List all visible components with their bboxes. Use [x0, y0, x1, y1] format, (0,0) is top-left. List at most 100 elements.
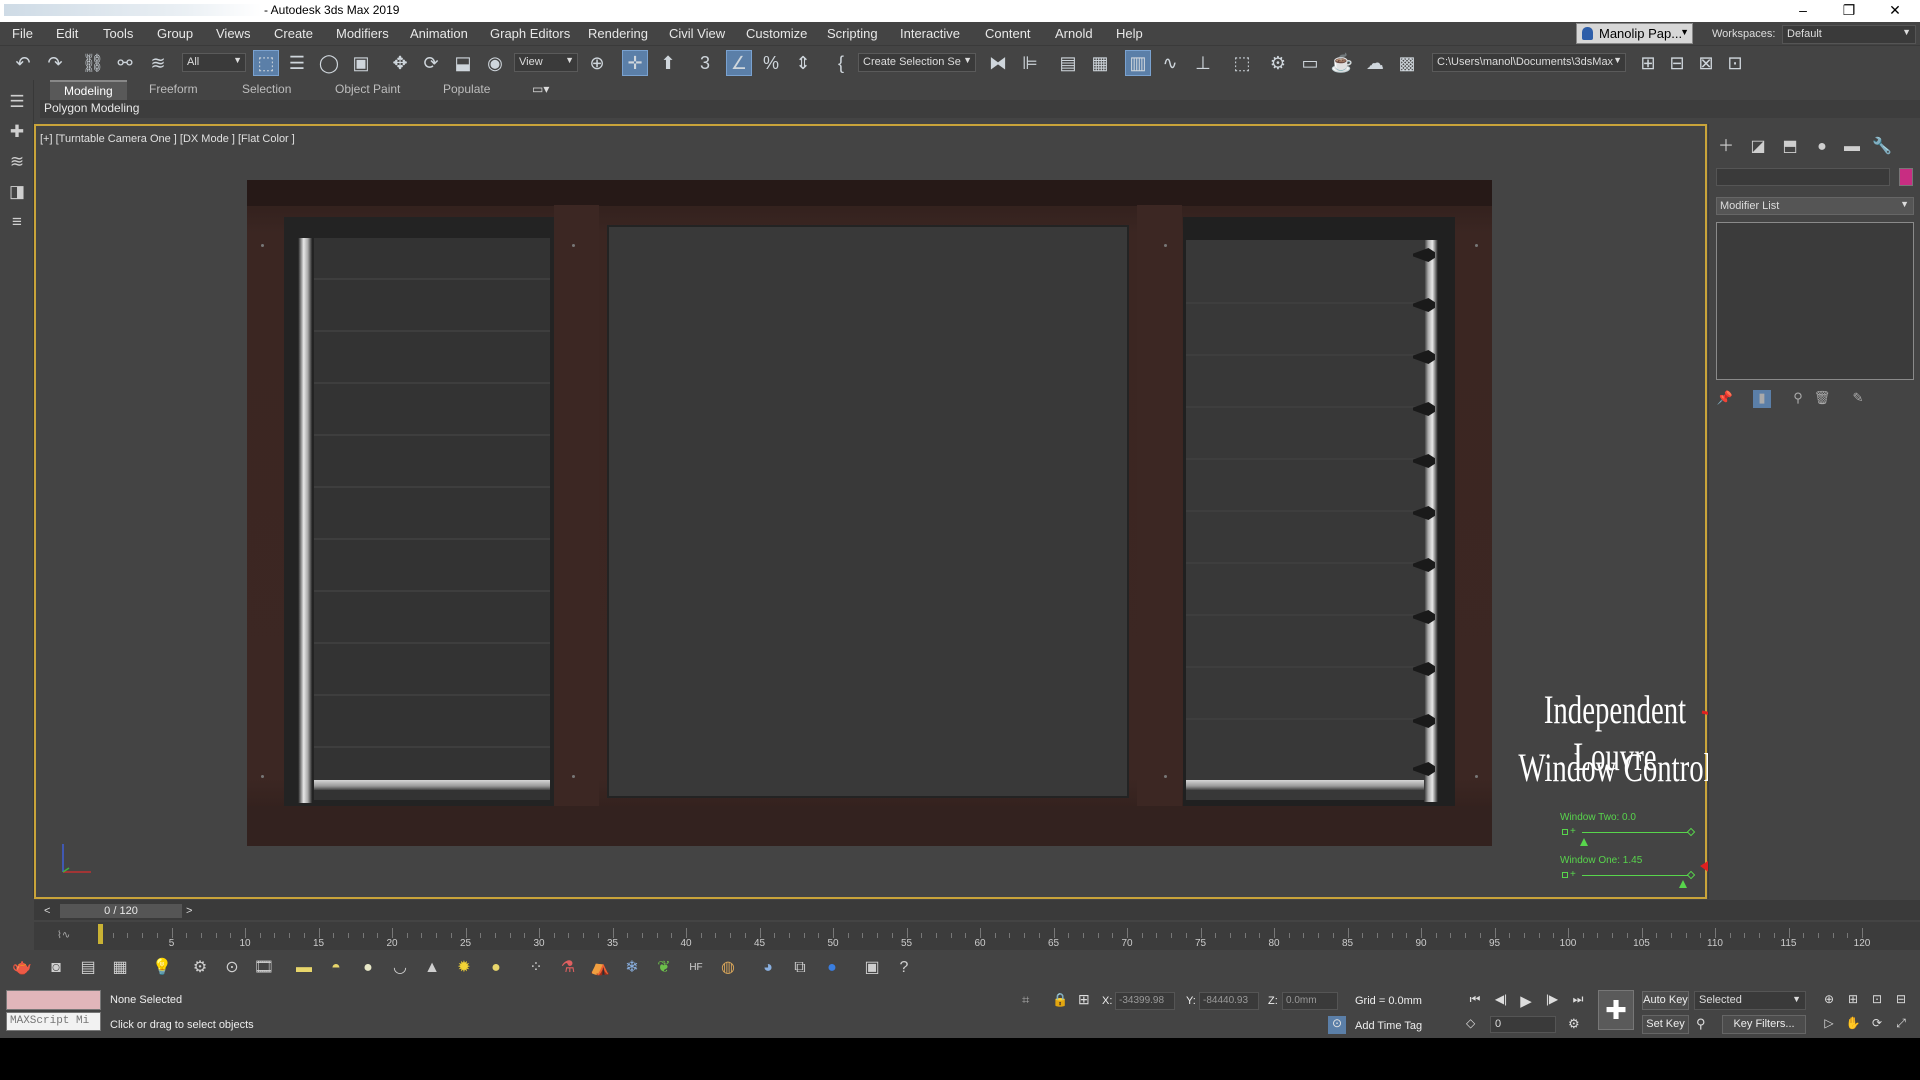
- help-icon[interactable]: ?: [892, 956, 916, 980]
- placement-icon[interactable]: ◉: [482, 50, 508, 76]
- restore-button[interactable]: ❐: [1826, 0, 1872, 22]
- set-keys-icon[interactable]: ✚: [1598, 990, 1634, 1030]
- set-key-button[interactable]: Set Key: [1642, 1015, 1689, 1034]
- render-setup-icon[interactable]: ⚙: [1265, 50, 1291, 76]
- toggle-ribbon-icon[interactable]: ▥: [1125, 50, 1151, 76]
- layers-icon[interactable]: ≋: [5, 152, 29, 176]
- object-color-swatch[interactable]: [1899, 168, 1913, 186]
- field-of-view-icon[interactable]: ▷: [1820, 1016, 1838, 1034]
- menu-group[interactable]: Group: [157, 26, 193, 41]
- time-configuration-icon[interactable]: ⚙: [1568, 1016, 1580, 1032]
- object-name-field[interactable]: [1716, 168, 1890, 186]
- menu-rendering[interactable]: Rendering: [588, 26, 648, 41]
- ribbon-tab-freeform[interactable]: Freeform: [135, 82, 212, 96]
- align-icon[interactable]: ⊫: [1017, 50, 1043, 76]
- modifier-stack[interactable]: [1716, 222, 1914, 380]
- molecule-icon[interactable]: ⚗: [556, 956, 580, 980]
- previous-frame-icon[interactable]: ◀|: [1490, 992, 1512, 1010]
- tent-icon[interactable]: ⛺: [588, 956, 612, 980]
- globe-icon[interactable]: ◕: [756, 956, 780, 980]
- orbit-icon[interactable]: ⟳: [1868, 1016, 1886, 1034]
- render-in-cloud-icon[interactable]: ☁: [1362, 50, 1388, 76]
- current-frame-field[interactable]: 0: [1490, 1016, 1556, 1033]
- percent-snap-icon[interactable]: %: [758, 50, 784, 76]
- time-next-icon[interactable]: >: [186, 905, 192, 917]
- window-two-slider-handle[interactable]: [1580, 838, 1588, 846]
- link-icon[interactable]: ⛓: [80, 50, 106, 76]
- gear-icon[interactable]: ⚙: [188, 956, 212, 980]
- motion-tab-icon[interactable]: ●: [1809, 134, 1835, 160]
- rotate-icon[interactable]: ⟳: [418, 50, 444, 76]
- create-icon[interactable]: ✚: [5, 122, 29, 146]
- key-mode-toggle-icon[interactable]: ⚲: [1696, 1016, 1706, 1032]
- shell-icon[interactable]: ◍: [716, 956, 740, 980]
- material-editor-icon[interactable]: ⬚: [1229, 50, 1255, 76]
- reference-coordinate-dropdown[interactable]: View ▼: [514, 53, 578, 72]
- keyboard-shortcut-override-icon[interactable]: ⬆: [655, 50, 681, 76]
- play-icon[interactable]: ▶: [1515, 992, 1537, 1010]
- pan-view-icon[interactable]: ✋: [1844, 1016, 1862, 1034]
- lock-icon[interactable]: 🔒: [1052, 992, 1068, 1008]
- selection-filter-dropdown[interactable]: All ▼: [182, 53, 246, 72]
- configure-modifier-sets-icon[interactable]: ✎: [1849, 390, 1867, 408]
- y-coordinate-field[interactable]: -84440.93: [1199, 992, 1259, 1010]
- key-selection-set-dropdown[interactable]: Selected ▼: [1694, 991, 1806, 1010]
- center-fixed-pane[interactable]: [607, 225, 1129, 798]
- render-icon[interactable]: ◙: [44, 956, 68, 980]
- next-frame-icon[interactable]: |▶: [1541, 992, 1563, 1010]
- window-crossing-icon[interactable]: ▣: [348, 50, 374, 76]
- named-selection-dropdown[interactable]: Create Selection Se ▼: [858, 53, 976, 72]
- isolate-icon[interactable]: ⌗: [1022, 992, 1029, 1008]
- window-one-slider-track[interactable]: [1582, 875, 1688, 876]
- create-tab-icon[interactable]: ＋: [1713, 134, 1739, 160]
- grid-icon[interactable]: ▦: [108, 956, 132, 980]
- schematic-view-icon[interactable]: ⊥: [1190, 50, 1216, 76]
- a360-gallery-icon[interactable]: ▩: [1394, 50, 1420, 76]
- edit-named-selection-icon[interactable]: {: [828, 50, 854, 76]
- time-prev-icon[interactable]: <: [44, 905, 50, 917]
- mirror-icon[interactable]: ⧓: [985, 50, 1011, 76]
- zoom-extents-icon[interactable]: ⊡: [1868, 992, 1886, 1010]
- window-two-slider-track[interactable]: [1582, 832, 1688, 833]
- modify-tab-icon[interactable]: ◪: [1745, 134, 1771, 160]
- select-object-icon[interactable]: ⬚: [253, 50, 279, 76]
- scene-explorer-toggle-icon[interactable]: ☰: [5, 92, 29, 116]
- pin-stack-icon[interactable]: 📌: [1716, 390, 1734, 408]
- pivot-center-icon[interactable]: ⊕: [584, 50, 610, 76]
- move-icon[interactable]: ✥: [387, 50, 413, 76]
- layers-toggle-icon[interactable]: ⧉: [788, 956, 812, 980]
- project-icon-3[interactable]: ⊠: [1693, 50, 1719, 76]
- window-two-control-box[interactable]: [1562, 829, 1568, 835]
- layer-explorer-icon[interactable]: ▦: [1087, 50, 1113, 76]
- hierarchy-tab-icon[interactable]: ⬒: [1777, 134, 1803, 160]
- menu-interactive[interactable]: Interactive: [900, 26, 960, 41]
- select-manipulate-icon[interactable]: ✛: [622, 50, 648, 76]
- blue-sphere-icon[interactable]: ●: [820, 956, 844, 980]
- display-tab-icon[interactable]: ▬: [1839, 134, 1865, 160]
- project-icon-2[interactable]: ⊟: [1664, 50, 1690, 76]
- workspaces-dropdown[interactable]: Default ▼: [1782, 25, 1916, 44]
- stack-icon[interactable]: ≡: [5, 212, 29, 236]
- select-by-name-icon[interactable]: ☰: [284, 50, 310, 76]
- current-time-marker[interactable]: [98, 924, 103, 944]
- render-production-icon[interactable]: ☕: [1329, 50, 1355, 76]
- snowflake-icon[interactable]: ❄: [620, 956, 644, 980]
- user-account-button[interactable]: Manolip Pap... ▼: [1576, 23, 1693, 44]
- sun-icon[interactable]: ✹: [452, 956, 476, 980]
- scene-explorer-icon[interactable]: ▤: [1055, 50, 1081, 76]
- viewport-label[interactable]: [+] [Turntable Camera One ] [DX Mode ] […: [40, 133, 295, 145]
- bulb-icon[interactable]: ●: [484, 956, 508, 980]
- film-icon[interactable]: 🎞: [252, 956, 276, 980]
- x-coordinate-field[interactable]: -34399.98: [1115, 992, 1175, 1010]
- ribbon-tab-object-paint[interactable]: Object Paint: [321, 82, 414, 96]
- show-end-result-icon[interactable]: ▮: [1753, 390, 1771, 408]
- zoom-icon[interactable]: ⊕: [1820, 992, 1838, 1010]
- menu-tools[interactable]: Tools: [103, 26, 133, 41]
- ribbon-tab-selection[interactable]: Selection: [228, 82, 305, 96]
- window-one-control-box[interactable]: [1562, 872, 1568, 878]
- auto-key-button[interactable]: Auto Key: [1642, 991, 1689, 1010]
- ribbon-panel-polygon-modeling[interactable]: Polygon Modeling: [44, 101, 139, 115]
- remove-modifier-icon[interactable]: 🗑: [1813, 390, 1831, 408]
- rendered-frame-window-icon[interactable]: ▭: [1297, 50, 1323, 76]
- ribbon-tab-modeling[interactable]: Modeling: [50, 80, 127, 100]
